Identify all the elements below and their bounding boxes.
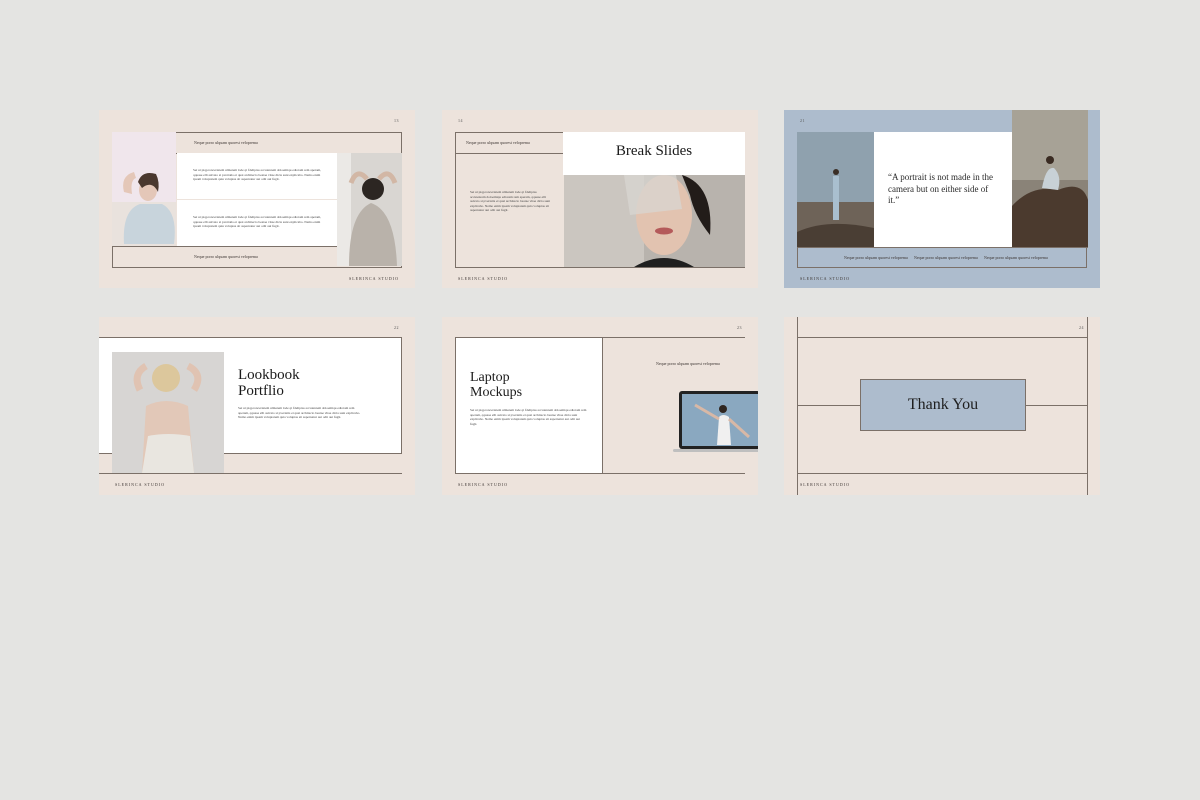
studio-name: SLERINCA STUDIO [800,482,851,487]
caption-3: Neque porro ulquam quorest veloprema [984,255,1048,260]
divider [797,317,798,495]
divider [455,153,563,154]
thank-you-box: Thank You [860,379,1026,431]
caption-bottom: Neque porro ulquam quorest veloprema [194,254,258,259]
page-number: 24 [1079,325,1084,330]
divider [1087,317,1088,495]
photo-woman-white-shirt [112,132,176,246]
page-number: 13 [394,118,399,123]
studio-name: SLERINCA STUDIO [348,276,399,281]
page-number: 14 [458,118,463,123]
studio-name: SLERINCA STUDIO [458,276,509,281]
divider [797,337,1088,338]
divider [797,473,1088,474]
divider [797,247,1088,248]
studio-name: SLERINCA STUDIO [115,482,166,487]
paragraph: Set ut piqpconcertatem ulmatem lode qi f… [193,168,322,182]
text-panel-top: Set ut piqpconcertatem ulmatem lode qi f… [177,153,337,199]
slide-23[interactable]: 23 Laptop Mockups Set ut piqpconcertatem… [442,317,758,495]
page-number: 23 [737,325,742,330]
studio-name: SLERINCA STUDIO [800,276,851,281]
photo-woman-back-blonde [112,352,224,473]
photo-woman-back [337,153,402,266]
photo-woman-sitting-rock [1012,110,1088,247]
page-number: 22 [394,325,399,330]
caption-2: Neque porro ulquam quorest veloprema [914,255,978,260]
title-panel: Break Slides [563,132,745,175]
title-panel [455,337,603,474]
slide-24[interactable]: 24 Thank You SLERINCA STUDIO [784,317,1100,495]
slide-title: Break Slides [615,143,693,159]
slide-13[interactable]: 13 Set ut piqpconcertatem ulmatem lode q… [99,110,415,288]
caption: Neque porro ulquam quorest veloprema [466,140,530,145]
quote-panel: “A portrait is not made in the camera bu… [874,132,1012,247]
studio-name: SLERINCA STUDIO [458,482,509,487]
quote-text: “A portrait is not made in the camera bu… [888,172,993,205]
paragraph: Set ut piqpconcertatem ulmatem lode qi f… [470,408,587,426]
slide-21[interactable]: 21 “A portrait is not made in the camera… [784,110,1100,288]
slide-title-line2: Mockups [470,385,523,400]
paragraph: Set ut piqpconcertatem ulmatem lode qi f… [193,215,322,229]
slide-title-line2: Portflio [238,383,284,399]
slide-title-line1: Lookbook [238,367,300,383]
page-number: 21 [800,118,805,123]
slide-title-line1: Laptop [470,370,510,385]
laptop-mockup [673,389,758,455]
paragraph: Set ut piqpconcertatem ulmatem lode qi f… [470,190,551,213]
photo-woman-on-rock [797,132,874,247]
slide-title: Thank You [907,396,979,413]
photo-blurred-face [564,175,745,267]
caption-top: Neque porro ulquam quorest veloprema [194,140,258,145]
divider [99,473,402,474]
caption: Neque porro ulquam quorest veloprema [656,361,720,366]
slide-14[interactable]: 14 Neque porro ulquam quorest veloprema … [442,110,758,288]
paragraph: Set ut piqpconcertatem ulmatem lode qi f… [238,406,361,420]
text-panel-bottom: Set ut piqpconcertatem ulmatem lode qi f… [177,200,337,246]
caption-1: Neque porro ulquam quorest veloprema [844,255,908,260]
slide-22[interactable]: 22 Lookbook Portflio Set ut piqpconcerta… [99,317,415,495]
